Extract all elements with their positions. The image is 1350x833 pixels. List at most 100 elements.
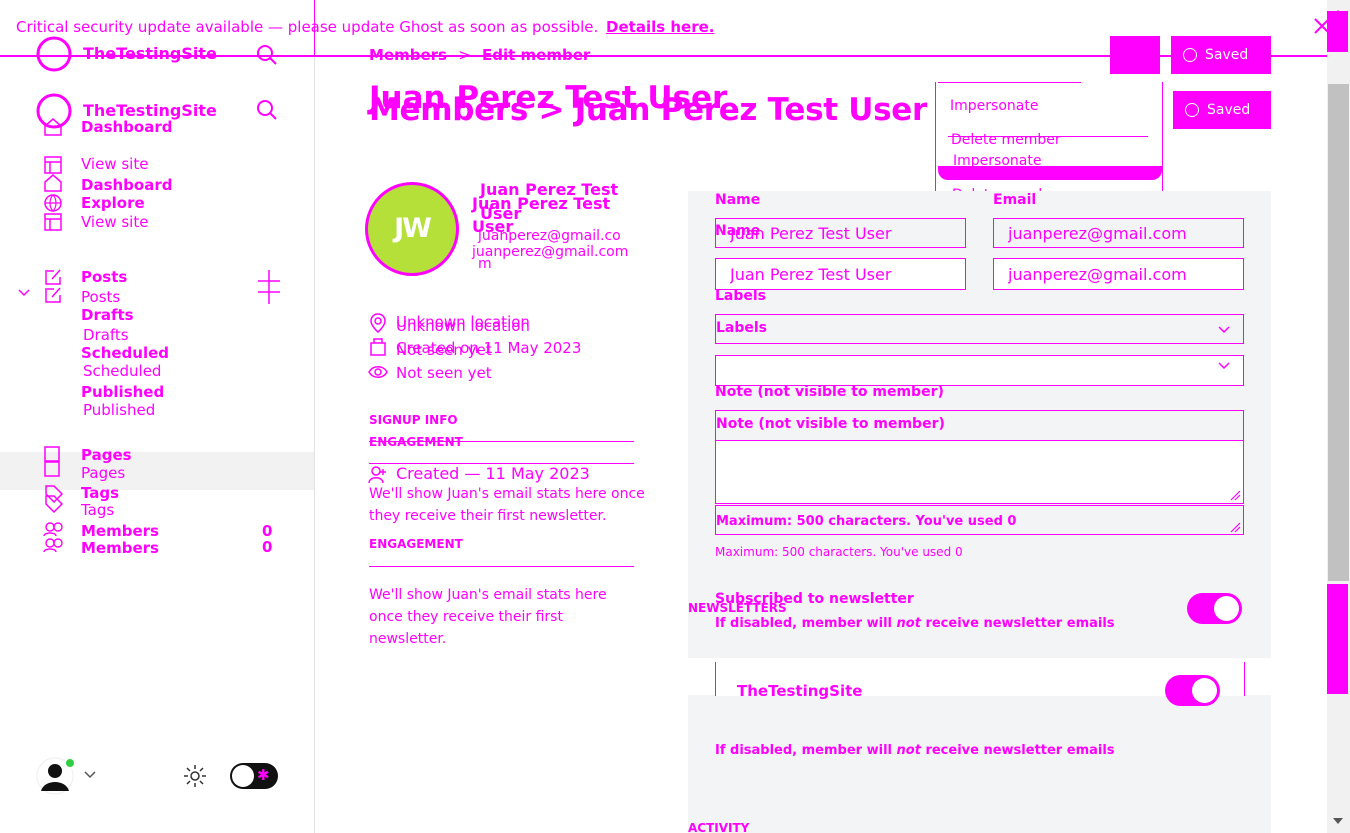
engagement-header: ENGAGEMENT	[369, 435, 463, 449]
member-initials: JW	[394, 213, 432, 244]
dashboard-icon	[44, 174, 62, 192]
members-count-badge: 0	[262, 538, 273, 556]
nav-pages-label[interactable]: Pages	[81, 446, 132, 464]
nav-posts-label[interactable]: Posts	[81, 268, 127, 286]
site-name[interactable]: TheTestingSite	[83, 44, 217, 63]
chevron-down-icon	[1218, 326, 1230, 334]
subscribed-hint-em: not	[896, 743, 921, 758]
posts-icon	[44, 268, 62, 286]
scroll-down-arrow-icon[interactable]	[1333, 818, 1343, 824]
chevron-down-icon	[1218, 362, 1230, 370]
breadcrumb-separator: >	[458, 46, 471, 64]
saved-label: Saved	[1205, 47, 1249, 63]
note-hint: Maximum: 500 characters. You've used 0	[715, 545, 963, 559]
engagement-text: We'll show Juan's email stats here once	[369, 486, 645, 502]
nav-published-label[interactable]: Published	[81, 383, 164, 401]
note-textarea[interactable]: Note (not visible to member)	[715, 410, 1244, 441]
email-field[interactable]	[993, 218, 1244, 248]
subscribed-hint: If disabled, member will not receive new…	[715, 743, 1115, 758]
engagement-text: they receive their first newsletter.	[369, 508, 607, 524]
newsletter-panel	[688, 695, 1271, 833]
location-icon	[369, 313, 387, 333]
nav-drafts-label[interactable]: Drafts	[83, 326, 129, 344]
site-logo-icon	[36, 36, 72, 72]
scrollbar-thumb[interactable]	[1328, 84, 1349, 581]
nav-dashboard-label[interactable]: Dashboard	[81, 118, 172, 136]
note-textarea[interactable]	[715, 441, 1244, 504]
subscribed-hint: If disabled, member will not receive new…	[715, 616, 1115, 631]
nav-view-site-label[interactable]: View site	[81, 213, 148, 231]
scroll-up-arrow-icon[interactable]	[1333, 10, 1343, 16]
impersonate-menu-item[interactable]: Impersonate	[950, 98, 1038, 114]
members-icon	[43, 522, 65, 554]
member-email: m	[478, 256, 492, 272]
chevron-down-icon[interactable]	[84, 771, 96, 779]
nav-view-site-label[interactable]: View site	[81, 155, 148, 173]
spinner-icon	[1185, 103, 1199, 117]
tag-icon	[44, 484, 64, 514]
section-divider	[369, 441, 634, 442]
name-field-label: Name	[715, 192, 761, 208]
note-hint: Maximum: 500 characters. You've used 0	[716, 514, 1017, 529]
nav-dashboard-label[interactable]: Dashboard	[81, 176, 172, 194]
resize-handle-icon[interactable]	[1229, 521, 1241, 533]
resize-handle-icon[interactable]	[1229, 489, 1241, 501]
nav-posts-label[interactable]: Posts	[81, 288, 120, 306]
nav-explore-label[interactable]: Explore	[81, 194, 145, 212]
nav-members-label[interactable]: Members	[81, 539, 159, 557]
engagement-header: ENGAGEMENT	[369, 537, 463, 551]
banner-divider	[314, 0, 315, 56]
nav-drafts-label[interactable]: Drafts	[81, 306, 134, 324]
breadcrumb-members-link[interactable]: Members	[369, 46, 447, 64]
view-site-icon	[44, 156, 62, 174]
nav-published-label[interactable]: Published	[83, 401, 155, 419]
email-field[interactable]	[993, 258, 1244, 290]
nav-pages-label[interactable]: Pages	[81, 464, 125, 482]
subscribed-hint-pre: If disabled, member will	[715, 616, 897, 631]
delete-member-menu-item[interactable]: Delete member	[951, 132, 1061, 148]
nav-tags-label[interactable]: Tags	[81, 501, 114, 519]
nav-members-label[interactable]: Members	[81, 522, 159, 540]
explore-icon	[44, 194, 62, 212]
member-email: juanperez@gmail.com	[472, 244, 629, 260]
email-field-label: Email	[993, 192, 1037, 208]
impersonate-menu-item[interactable]: Impersonate	[953, 153, 1041, 169]
new-post-plus-icon[interactable]	[258, 270, 280, 304]
scrollbar-bottom-highlight	[1327, 584, 1348, 694]
subscribed-hint-pre: If disabled, member will	[715, 743, 897, 758]
breadcrumb-current: Edit member	[482, 46, 591, 64]
subscribed-hint-em: not	[896, 616, 921, 631]
nav-scheduled-label[interactable]: Scheduled	[81, 344, 169, 362]
member-location: Unknown location	[396, 317, 530, 335]
dropdown-top-line	[938, 82, 1081, 83]
newsletter-toggle[interactable]	[1165, 675, 1220, 706]
gear-icon[interactable]	[183, 764, 207, 788]
saved-button[interactable]: Saved	[1171, 36, 1271, 74]
nav-tags-label[interactable]: Tags	[81, 484, 119, 502]
name-field[interactable]	[715, 218, 966, 248]
name-field[interactable]	[715, 258, 966, 290]
search-icon[interactable]	[256, 99, 278, 121]
subscribed-hint-post: receive newsletter emails	[920, 743, 1115, 758]
member-seen: Not seen yet	[396, 364, 492, 382]
calendar-icon	[369, 337, 387, 357]
banner-text: Critical security update available — ple…	[16, 18, 599, 36]
member-email: juanperez@gmail.co	[478, 228, 621, 244]
saved-button[interactable]: Saved	[1173, 91, 1271, 129]
labels-select[interactable]	[715, 355, 1244, 386]
more-actions-button[interactable]	[1110, 36, 1160, 74]
toggle-knob	[232, 765, 254, 787]
engagement-text: once they receive their first	[369, 609, 563, 625]
labels-select[interactable]: Labels	[715, 314, 1244, 344]
labels-field-label: Labels	[715, 288, 767, 304]
search-icon[interactable]	[256, 44, 278, 66]
subscribed-toggle[interactable]	[1187, 593, 1242, 624]
banner-details-link[interactable]: Details here.	[606, 18, 714, 36]
theme-toggle[interactable]: ✱	[230, 763, 278, 789]
chevron-down-icon[interactable]	[18, 289, 30, 297]
nav-scheduled-label[interactable]: Scheduled	[83, 362, 161, 380]
signup-info-header: SIGNUP INFO	[369, 413, 458, 427]
newsletters-header: NEWSLETTERS	[688, 601, 787, 615]
saved-label: Saved	[1207, 102, 1251, 118]
note-textarea[interactable]: Maximum: 500 characters. You've used 0	[715, 505, 1244, 535]
